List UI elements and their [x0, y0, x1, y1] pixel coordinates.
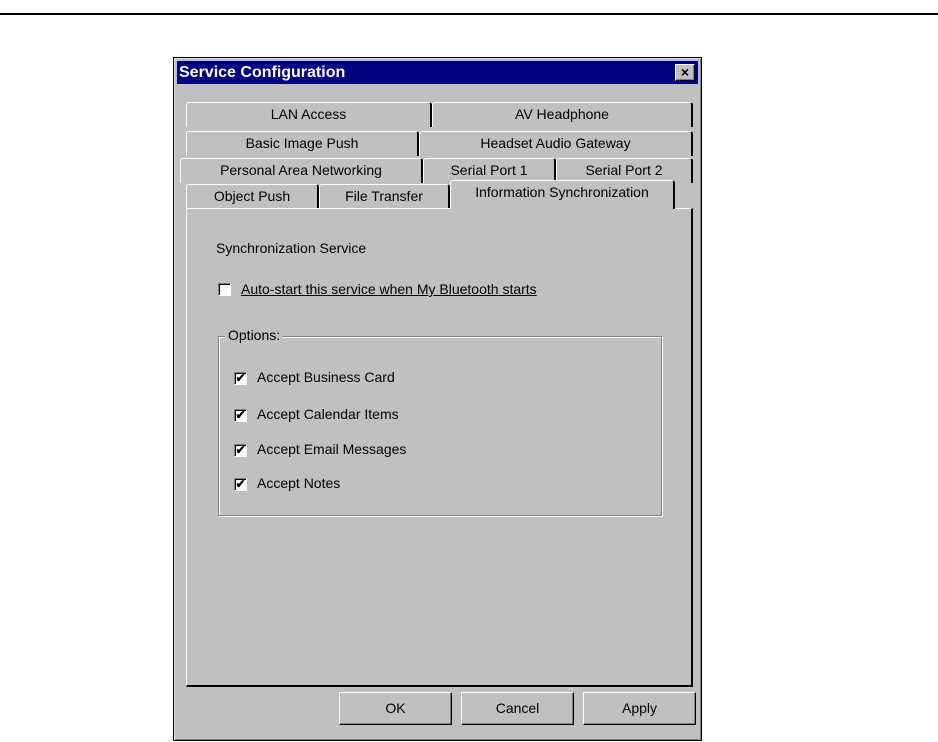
section-title: Synchronization Service	[216, 240, 367, 256]
tab-label: Basic Image Push	[245, 135, 359, 151]
close-button[interactable]: ×	[675, 64, 695, 81]
check-icon: ✔	[235, 408, 246, 422]
autostart-label[interactable]: Auto-start this service when My Bluetoot…	[241, 281, 537, 297]
tab-label: Serial Port 1	[450, 162, 528, 178]
accept-email-messages-checkbox[interactable]: ✔	[234, 444, 247, 457]
autostart-checkbox[interactable]	[218, 283, 231, 296]
tab-label: Personal Area Networking	[220, 162, 382, 178]
accept-calendar-items-label[interactable]: Accept Calendar Items	[257, 406, 399, 422]
tab-object-push[interactable]: Object Push	[186, 184, 319, 209]
check-icon: ✔	[235, 371, 246, 385]
check-icon: ✔	[235, 443, 246, 457]
window-title: Service Configuration	[179, 64, 346, 81]
ok-button[interactable]: OK	[339, 692, 452, 725]
accept-business-card-label[interactable]: Accept Business Card	[257, 369, 395, 385]
tab-lan-access[interactable]: LAN Access	[186, 102, 432, 127]
accept-calendar-items-checkbox[interactable]: ✔	[234, 409, 247, 422]
service-configuration-dialog: Service Configuration × LAN Access AV He…	[173, 57, 702, 741]
tab-label: LAN Access	[270, 106, 347, 122]
close-icon: ×	[680, 64, 690, 80]
cancel-button[interactable]: Cancel	[461, 692, 574, 725]
tab-file-transfer[interactable]: File Transfer	[319, 184, 450, 209]
check-icon: ✔	[235, 477, 246, 491]
tab-av-headphone[interactable]: AV Headphone	[432, 102, 693, 127]
tab-personal-area-networking[interactable]: Personal Area Networking	[180, 158, 423, 183]
top-rule	[0, 13, 938, 15]
tab-label: Object Push	[213, 188, 291, 204]
apply-button[interactable]: Apply	[583, 692, 696, 725]
accept-notes-checkbox[interactable]: ✔	[234, 478, 247, 491]
tab-information-synchronization[interactable]: Information Synchronization	[450, 180, 675, 209]
accept-email-messages-label[interactable]: Accept Email Messages	[257, 441, 406, 457]
accept-business-card-checkbox[interactable]: ✔	[234, 372, 247, 385]
title-bar: Service Configuration ×	[177, 61, 698, 84]
tab-label: File Transfer	[345, 188, 423, 204]
tab-label: Information Synchronization	[475, 184, 649, 200]
tab-label: Headset Audio Gateway	[480, 135, 631, 151]
tab-headset-audio-gateway[interactable]: Headset Audio Gateway	[419, 131, 693, 156]
autostart-label-text: Auto-start this service when My Bluetoot…	[241, 281, 537, 297]
accept-notes-label[interactable]: Accept Notes	[257, 475, 340, 491]
options-groupbox: Options: ✔ Accept Business Card ✔ Accept…	[218, 327, 662, 516]
options-legend: Options:	[225, 327, 284, 343]
tab-label: Serial Port 2	[585, 162, 663, 178]
tab-panel: Synchronization Service Auto-start this …	[186, 208, 693, 687]
tab-label: AV Headphone	[515, 106, 609, 122]
tab-basic-image-push[interactable]: Basic Image Push	[186, 131, 419, 156]
